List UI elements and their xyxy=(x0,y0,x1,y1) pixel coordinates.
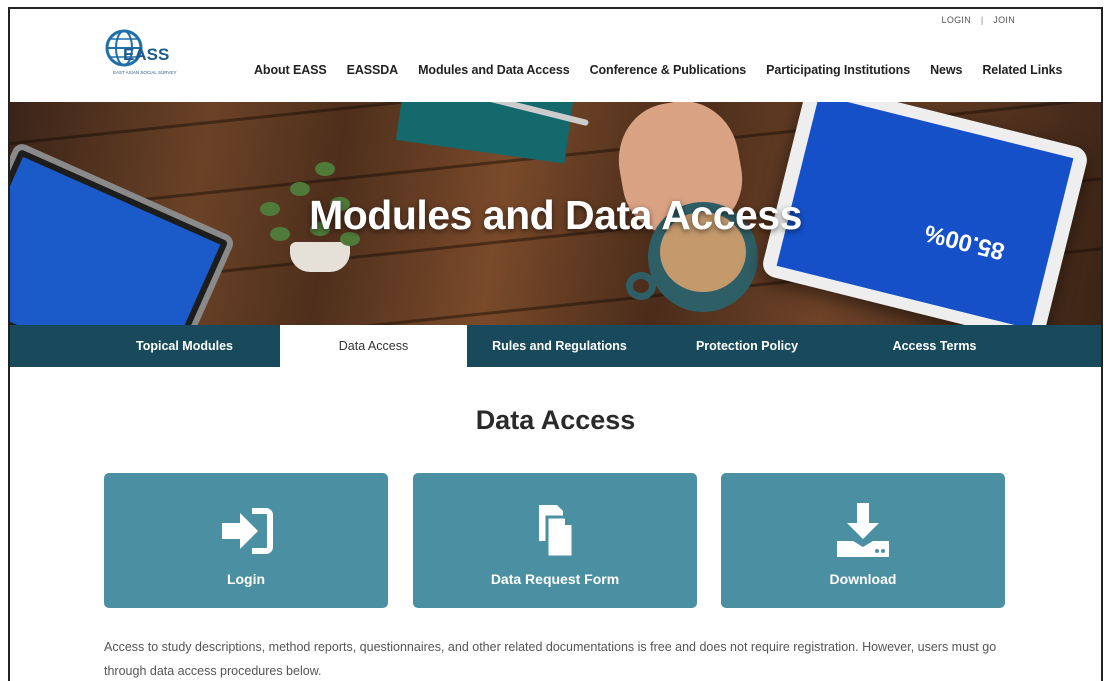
plant-leaf xyxy=(315,162,335,176)
tab-protection-policy[interactable]: Protection Policy xyxy=(652,325,842,367)
nav-about-eass[interactable]: About EASS xyxy=(254,63,327,77)
tab-rules-regulations[interactable]: Rules and Regulations xyxy=(467,325,652,367)
nav-news[interactable]: News xyxy=(930,63,962,77)
join-link[interactable]: JOIN xyxy=(993,15,1015,25)
section-title: Data Access xyxy=(475,405,636,435)
nav-conference-publications[interactable]: Conference & Publications xyxy=(590,63,747,77)
logo-text: EASS xyxy=(123,45,170,64)
download-card-label: Download xyxy=(829,571,897,587)
login-card[interactable]: Login xyxy=(104,473,388,608)
nav-modules-data-access[interactable]: Modules and Data Access xyxy=(418,63,570,77)
data-request-form-label: Data Request Form xyxy=(490,571,620,587)
hero-plant xyxy=(290,242,350,272)
site-header: EASS EAST ASIAN SOCIAL SURVEY LOGIN | JO… xyxy=(10,9,1101,102)
nav-eassda[interactable]: EASSDA xyxy=(347,63,399,77)
utility-links: LOGIN | JOIN xyxy=(942,15,1015,25)
tab-access-terms[interactable]: Access Terms xyxy=(842,325,1027,367)
login-card-label: Login xyxy=(226,571,266,587)
download-icon xyxy=(837,503,889,557)
main-nav: About EASS EASSDA Modules and Data Acces… xyxy=(254,63,1082,77)
nav-related-links[interactable]: Related Links xyxy=(982,63,1062,77)
nav-participating-institutions[interactable]: Participating Institutions xyxy=(766,63,910,77)
hero-title: Modules and Data Access xyxy=(309,192,802,238)
sub-nav: Topical Modules Data Access Rules and Re… xyxy=(10,325,1101,367)
login-icon xyxy=(222,508,273,554)
tab-topical-modules[interactable]: Topical Modules xyxy=(102,325,267,367)
download-card[interactable]: Download xyxy=(721,473,1005,608)
access-description: Access to study descriptions, method rep… xyxy=(104,640,997,678)
util-separator: | xyxy=(980,15,984,25)
logo-subtext: EAST ASIAN SOCIAL SURVEY xyxy=(113,70,177,75)
page-frame: EASS EAST ASIAN SOCIAL SURVEY LOGIN | JO… xyxy=(8,7,1103,681)
documents-icon xyxy=(539,505,575,559)
tab-data-access[interactable]: Data Access xyxy=(280,325,467,367)
login-link[interactable]: LOGIN xyxy=(942,15,972,25)
data-request-form-card[interactable]: Data Request Form xyxy=(413,473,697,608)
hero-banner: 85.00% Modules and Data Access xyxy=(10,102,1101,325)
eass-logo[interactable]: EASS EAST ASIAN SOCIAL SURVEY xyxy=(103,27,183,83)
